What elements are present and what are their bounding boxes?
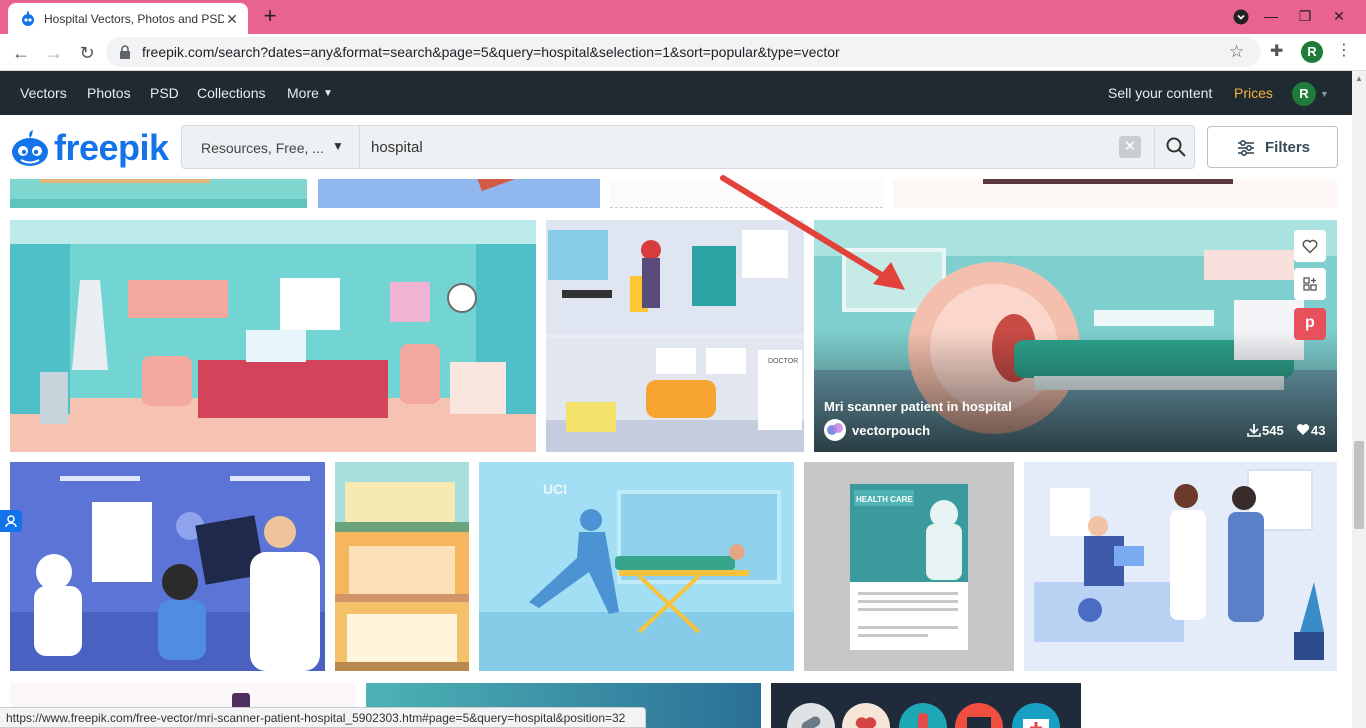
pinterest-icon: p <box>1305 314 1315 331</box>
chrome-menu-icon[interactable]: ⋮ <box>1336 42 1352 60</box>
page-scrollbar[interactable]: ▲ <box>1352 71 1366 728</box>
dropdown-caret-icon: ▼ <box>332 139 344 153</box>
user-caret-icon[interactable]: ▼ <box>1320 89 1329 99</box>
resource-title[interactable]: Mri scanner patient in hospital <box>824 399 1012 414</box>
freepik-logo[interactable]: freepik <box>10 127 170 168</box>
health-care-flyer-illustration: HEALTH CARE <box>850 484 968 650</box>
site-top-nav: Vectors Photos PSD Collections More ▼ Se… <box>0 71 1352 115</box>
heart-outline-icon <box>1302 239 1318 254</box>
more-caret-icon[interactable]: ▼ <box>323 88 333 99</box>
nav-collections[interactable]: Collections <box>197 85 265 101</box>
pinterest-share-button[interactable]: p <box>1294 308 1326 340</box>
download-icon <box>1247 424 1261 437</box>
result-thumb-doctor-office[interactable] <box>10 220 536 452</box>
extensions-icon[interactable]: ✚ <box>1270 41 1283 61</box>
nav-vectors[interactable]: Vectors <box>20 85 67 101</box>
medical-icons-illustration <box>787 703 1060 728</box>
tab-close-icon[interactable]: ✕ <box>224 11 240 27</box>
clear-search-icon[interactable]: ✕ <box>1119 136 1141 158</box>
nav-psd[interactable]: PSD <box>150 85 179 101</box>
browser-toolbar: ← → ↻ freepik.com/search?dates=any&forma… <box>0 34 1366 71</box>
window-close-icon[interactable]: ✕ <box>1322 0 1356 34</box>
bookmark-star-icon[interactable]: ☆ <box>1229 42 1244 62</box>
search-button[interactable] <box>1154 126 1196 168</box>
search-header: freepik Resources, Free, ... ▼ hospital … <box>0 115 1352 179</box>
user-icon <box>5 515 17 528</box>
browser-tab[interactable]: Hospital Vectors, Photos and PSD ✕ <box>8 3 248 34</box>
annotation-arrow <box>720 175 905 290</box>
hospital-buildings-illustration <box>335 462 469 671</box>
result-thumb-reception-doctors[interactable] <box>1024 462 1337 671</box>
tab-title: Hospital Vectors, Photos and PSD <box>44 11 224 26</box>
reception-doctors-illustration <box>1024 462 1337 671</box>
status-url-bar: https://www.freepik.com/free-vector/mri-… <box>0 707 646 728</box>
reload-icon[interactable]: ↻ <box>76 42 98 64</box>
doctor-sign: DOCTOR <box>768 358 798 365</box>
uci-stretcher-illustration: UCI <box>479 462 794 671</box>
result-thumb-uci-stretcher[interactable]: UCI <box>479 462 794 671</box>
browser-tab-strip: Hospital Vectors, Photos and PSD ✕ + — ❐… <box>0 0 1366 34</box>
chrome-profile-avatar[interactable]: R <box>1301 41 1323 63</box>
restore-icon[interactable]: ❐ <box>1288 0 1322 34</box>
result-thumb[interactable] <box>318 179 600 208</box>
result-thumb-medical-icons[interactable] <box>771 683 1081 728</box>
result-thumb-hospital-buildings[interactable] <box>335 462 469 671</box>
lock-icon <box>120 45 130 59</box>
doctors-xray-illustration <box>10 476 325 671</box>
result-thumb[interactable] <box>10 179 307 208</box>
side-feedback-button[interactable] <box>0 510 22 532</box>
address-bar[interactable]: freepik.com/search?dates=any&format=sear… <box>106 37 1261 67</box>
minimize-icon[interactable]: — <box>1254 0 1288 34</box>
like-count: 43 <box>1311 423 1326 438</box>
doctor-office-illustration <box>10 220 536 452</box>
resource-type-label: Resources, Free, ... <box>201 140 324 156</box>
result-thumb[interactable] <box>893 179 1337 208</box>
new-tab-icon[interactable]: + <box>258 5 282 28</box>
result-thumb-health-care-flyer[interactable]: HEALTH CARE <box>804 462 1014 671</box>
author-avatar[interactable] <box>824 419 846 441</box>
heart-icon <box>1296 424 1310 435</box>
scroll-up-icon[interactable]: ▲ <box>1355 74 1363 83</box>
download-count: 545 <box>1262 423 1284 438</box>
search-icon <box>1166 137 1186 157</box>
scrollbar-thumb[interactable] <box>1354 441 1364 529</box>
resource-type-dropdown[interactable]: Resources, Free, ... ▼ <box>182 126 360 168</box>
like-button[interactable] <box>1294 230 1326 262</box>
profile-menu-icon[interactable] <box>1224 0 1258 34</box>
url-text: freepik.com/search?dates=any&format=sear… <box>142 44 840 60</box>
nav-photos[interactable]: Photos <box>87 85 131 101</box>
result-thumb-doctors-xray[interactable] <box>10 462 325 671</box>
author-logo-icon <box>827 423 843 435</box>
sliders-icon <box>1238 139 1254 157</box>
result-thumb[interactable] <box>1091 683 1337 728</box>
user-avatar[interactable]: R <box>1292 82 1316 106</box>
author-name[interactable]: vectorpouch <box>852 423 930 438</box>
search-input[interactable]: hospital <box>371 139 423 156</box>
freepik-logo-icon <box>12 130 48 166</box>
uci-label: UCI <box>543 481 567 497</box>
logo-text: freepik <box>54 127 169 168</box>
results-grid: DOCTOR Mri scanner patient in hospital v… <box>0 179 1352 728</box>
forward-arrow-icon[interactable]: → <box>43 42 65 64</box>
collection-icon <box>1303 277 1317 291</box>
prices-link[interactable]: Prices <box>1234 85 1273 101</box>
search-bar: Resources, Free, ... ▼ hospital ✕ <box>181 125 1195 169</box>
add-to-collection-button[interactable] <box>1294 268 1326 300</box>
nav-more[interactable]: More <box>287 85 319 101</box>
filters-button[interactable]: Filters <box>1207 126 1338 168</box>
sell-content-link[interactable]: Sell your content <box>1108 85 1212 101</box>
freepik-favicon-icon <box>22 11 34 26</box>
back-arrow-icon[interactable]: ← <box>10 42 32 64</box>
filters-label: Filters <box>1265 139 1311 156</box>
health-care-title: HEALTH CARE <box>856 495 913 504</box>
